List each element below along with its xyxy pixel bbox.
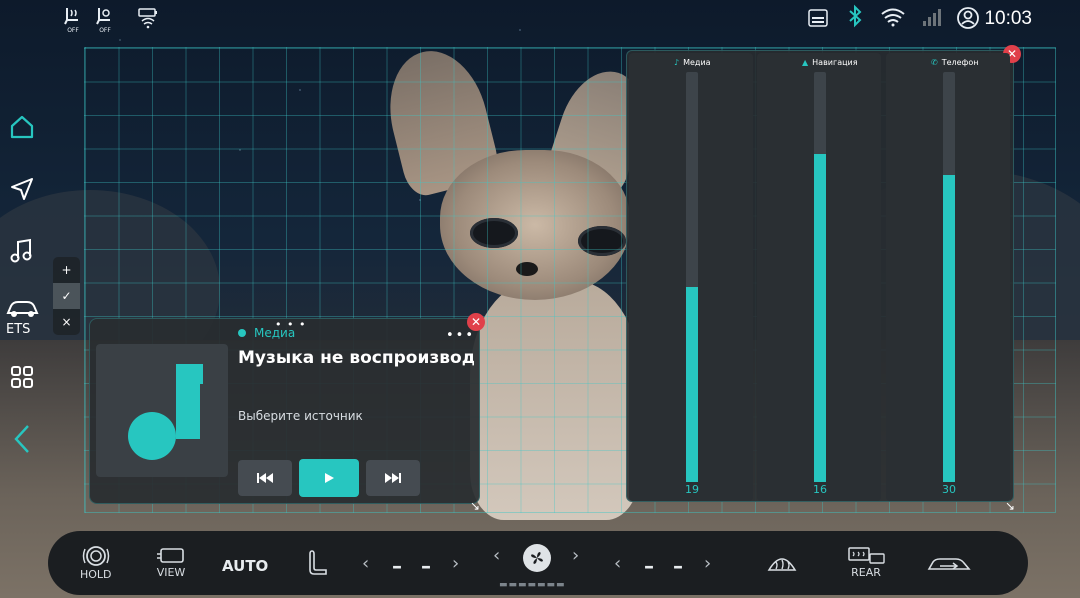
rear-defrost-button[interactable]: REAR	[846, 546, 886, 579]
track-subtitle: Выберите источник	[238, 409, 363, 423]
navigation-icon[interactable]	[5, 172, 39, 206]
next-icon	[385, 473, 401, 483]
ets-label[interactable]: ETS	[6, 322, 30, 337]
rear-label: REAR	[851, 566, 881, 579]
volume-channel-name: Медиа	[683, 58, 711, 67]
wifi-icon	[880, 6, 906, 31]
left-temp-up-icon[interactable]: ›	[452, 553, 459, 574]
seat-left-off-label: OFF	[67, 27, 79, 34]
volume-slider[interactable]	[814, 72, 826, 482]
volume-slider[interactable]	[686, 72, 698, 482]
apps-icon[interactable]	[5, 360, 39, 394]
confirm-button[interactable]: ✓	[53, 283, 80, 309]
seat-right-off-label: OFF	[99, 27, 111, 34]
auto-button[interactable]: AUTO	[222, 557, 268, 575]
widget-edit-popup: + ✓ ×	[53, 257, 80, 335]
right-temperature: – –	[644, 554, 689, 578]
fan-icon	[531, 552, 543, 564]
play-icon	[325, 473, 334, 483]
media-more-button[interactable]: •••	[446, 328, 475, 343]
home-icon[interactable]	[5, 110, 39, 144]
sd-card-icon	[806, 6, 830, 33]
media-source: Медиа	[238, 326, 295, 340]
recirculation-icon	[927, 558, 971, 570]
back-icon[interactable]	[5, 422, 39, 456]
view-icon	[157, 548, 184, 563]
view-button[interactable]: VIEW	[155, 546, 187, 579]
volume-value: 19	[685, 483, 699, 496]
volume-channel-icon: ✆	[931, 58, 938, 67]
track-title: Музыка не воспроизвод…	[238, 348, 474, 368]
battery-signal-icon	[136, 6, 160, 33]
volume-channel-label: ▲ Навигация	[802, 58, 858, 67]
car-icon[interactable]	[5, 292, 39, 326]
next-track-button[interactable]	[366, 460, 420, 496]
volume-resize-handle[interactable]: ↘	[1005, 499, 1019, 513]
seat-icon	[309, 550, 327, 575]
hold-label: HOLD	[80, 568, 112, 581]
clock: 10:03	[984, 8, 1032, 29]
cancel-button[interactable]: ×	[53, 309, 80, 335]
album-art	[96, 344, 228, 477]
play-button[interactable]	[299, 459, 359, 497]
add-widget-button[interactable]: +	[53, 257, 80, 283]
seat-heat-icon[interactable]: OFF	[62, 6, 84, 34]
hold-icon	[82, 546, 110, 566]
hold-button[interactable]: HOLD	[80, 544, 112, 581]
volume-channel-icon: ▲	[802, 58, 809, 67]
volume-value: 16	[813, 483, 827, 496]
rear-defrost-icon	[848, 547, 885, 564]
front-defrost-button[interactable]	[766, 550, 798, 576]
fan-up-icon[interactable]: ›	[572, 545, 579, 566]
previous-icon	[257, 473, 273, 483]
fan-down-icon[interactable]: ‹	[493, 545, 500, 566]
volume-channel-icon: ♪	[674, 58, 680, 67]
fan-level-indicator: ▬▬▬▬▬▬▬	[499, 580, 566, 590]
music-icon[interactable]	[5, 234, 39, 268]
volume-slider-fill	[943, 174, 955, 482]
volume-channel-label: ✆ Телефон	[931, 58, 979, 67]
front-defrost-icon	[767, 558, 797, 571]
media-source-label: Медиа	[254, 326, 296, 340]
volume-channel-name: Навигация	[812, 58, 858, 67]
seat-vent-icon[interactable]: OFF	[94, 6, 116, 34]
fan-button[interactable]	[523, 544, 551, 572]
user-icon[interactable]	[956, 6, 980, 33]
volume-channel-name: Телефон	[941, 58, 979, 67]
music-note-icon	[128, 364, 203, 460]
volume-slider[interactable]	[943, 72, 955, 482]
cell-signal-icon	[920, 6, 942, 31]
volume-slider-fill	[686, 287, 698, 482]
right-temp-up-icon[interactable]: ›	[704, 553, 711, 574]
volume-value: 30	[942, 483, 956, 496]
seat-climate-button[interactable]	[304, 548, 330, 580]
media-source-dot-icon	[238, 329, 246, 337]
left-temperature: – –	[392, 554, 437, 578]
previous-track-button[interactable]	[238, 460, 292, 496]
recirculation-button[interactable]	[926, 554, 972, 576]
right-temp-down-icon[interactable]: ‹	[614, 553, 621, 574]
volume-channel-label: ♪ Медиа	[674, 58, 711, 67]
volume-slider-fill	[814, 154, 826, 482]
status-bar: OFF OFF 10:03	[0, 0, 1080, 40]
left-temp-down-icon[interactable]: ‹	[362, 553, 369, 574]
media-resize-handle[interactable]: ↘	[470, 499, 484, 513]
view-label: VIEW	[156, 566, 186, 579]
media-close-button[interactable]: ✕	[467, 313, 485, 331]
bluetooth-icon	[846, 4, 864, 33]
